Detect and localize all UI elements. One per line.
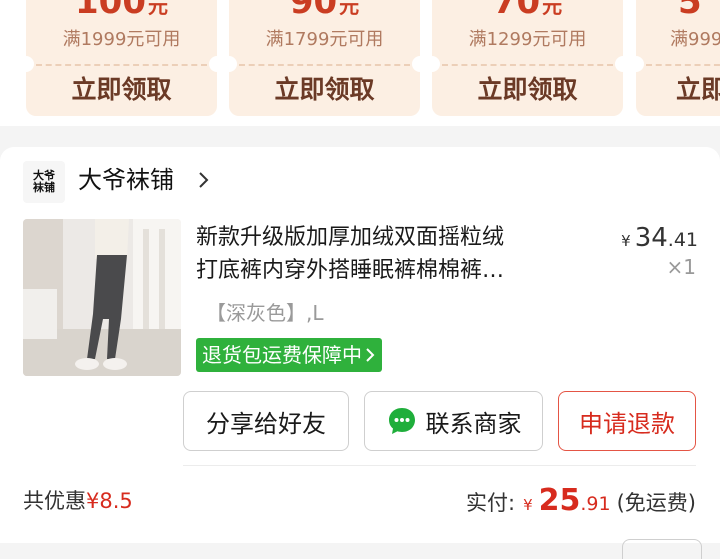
price-integer: 34 <box>634 223 668 253</box>
paid-label: 实付: <box>466 491 516 515</box>
claim-coupon-button[interactable]: 立即领取 <box>26 74 217 106</box>
coupon-card: 90 元 满1799元可用 立即领取 <box>221 0 428 116</box>
contact-seller-label: 联系商家 <box>425 409 522 438</box>
currency-symbol: ¥ <box>621 232 631 250</box>
coupon-divider <box>646 64 720 66</box>
coupon-notch <box>424 56 440 72</box>
coupon-notch <box>628 56 644 72</box>
coupon-notch <box>18 56 34 72</box>
product-title[interactable]: 新款升级版加厚加绒双面摇粒绒 打底裤内穿外搭睡眠裤棉棉裤… <box>196 221 588 287</box>
product-price: ¥34.41 <box>612 223 698 256</box>
product-title-line: 打底裤内穿外搭睡眠裤棉棉裤… <box>196 258 505 283</box>
coupon-notch <box>221 56 237 72</box>
coupon-condition: 满1999元可用 <box>62 29 181 50</box>
order-card: 大爷 袜铺 大爷袜铺 新款升级版加厚加绒双面摇粒绒 打底裤内穿外搭睡眠裤棉棉裤… … <box>0 147 720 559</box>
product-thumbnail[interactable] <box>23 219 181 376</box>
shipping-guarantee-badge[interactable]: 退货包运费保障中 <box>196 338 382 372</box>
coupon-condition: 满999 <box>670 29 720 50</box>
coupon-amount: 100 元 <box>75 0 168 22</box>
claim-coupon-button[interactable]: 立即 <box>676 74 720 106</box>
shop-name-link[interactable]: 大爷袜铺 <box>78 163 174 197</box>
contact-seller-button[interactable]: 联系商家 <box>364 391 543 451</box>
coupon-divider <box>36 64 207 66</box>
coupon-card: 70 元 满1299元可用 立即领取 <box>424 0 631 116</box>
chat-icon <box>388 408 415 434</box>
product-image <box>23 219 181 376</box>
discount-label: 共优惠 <box>23 489 86 513</box>
shipping-note: (免运费) <box>616 491 696 515</box>
paid-integer: 25 <box>538 483 581 518</box>
share-button[interactable]: 分享给好友 <box>183 391 349 451</box>
coupon-card: 100 元 满1999元可用 立即领取 <box>18 0 225 116</box>
coupon-strip: 100 元 满1999元可用 立即领取 90 元 满1799元可用 立即领取 70 元… <box>0 0 720 126</box>
request-refund-button[interactable]: 申请退款 <box>558 391 696 451</box>
coupon-card: 5 满999 立即 <box>628 0 720 116</box>
claim-coupon-button[interactable]: 立即领取 <box>229 74 420 106</box>
product-title-line: 新款升级版加厚加绒双面摇粒绒 <box>196 225 505 250</box>
chevron-right-icon[interactable] <box>194 171 212 189</box>
coupon-condition: 满1299元可用 <box>468 29 587 50</box>
chevron-right-icon <box>366 348 375 362</box>
product-sku: 【深灰色】,L <box>206 301 324 325</box>
coupon-divider <box>442 64 613 66</box>
coupon-amount: 90 元 <box>289 0 360 22</box>
shop-logo-text: 袜铺 <box>33 181 55 194</box>
price-decimal: .41 <box>667 229 698 251</box>
product-quantity: ×1 <box>666 255 696 279</box>
coupon-amount: 5 <box>678 0 702 22</box>
coupon-amount: 70 元 <box>492 0 563 22</box>
divider <box>183 465 696 466</box>
paid-decimal: .91 <box>580 493 611 515</box>
currency-symbol: ¥ <box>523 496 533 514</box>
coupon-condition: 满1799元可用 <box>265 29 384 50</box>
coupon-divider <box>239 64 410 66</box>
total-discount: 共优惠¥8.5 <box>23 485 133 517</box>
discount-amount: ¥8.5 <box>86 489 133 513</box>
partial-button[interactable] <box>622 539 702 559</box>
shop-logo[interactable]: 大爷 袜铺 <box>23 161 65 203</box>
guarantee-label: 退货包运费保障中 <box>202 343 362 367</box>
claim-coupon-button[interactable]: 立即领取 <box>432 74 623 106</box>
amount-paid: 实付: ¥25.91 (免运费) <box>466 481 696 525</box>
